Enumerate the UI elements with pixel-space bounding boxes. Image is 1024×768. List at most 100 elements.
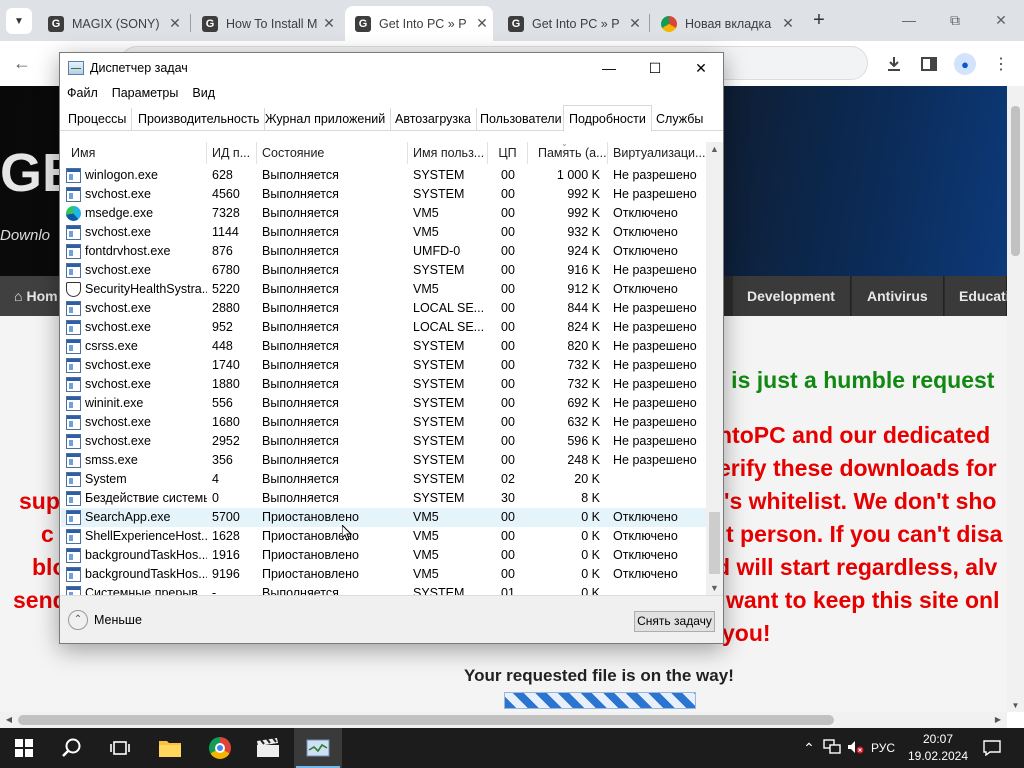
scroll-thumb[interactable] bbox=[1011, 106, 1020, 256]
tab-users[interactable]: Пользователи bbox=[475, 108, 568, 131]
input-language-indicator[interactable]: РУС bbox=[866, 741, 900, 755]
table-row[interactable]: svchost.exe 2952 Выполняется SYSTEM 00 596 K Н… bbox=[61, 432, 706, 451]
close-tab-icon[interactable]: ✕ bbox=[471, 15, 493, 32]
table-row[interactable]: svchost.exe 1680 Выполняется SYSTEM 00 632 K Н… bbox=[61, 413, 706, 432]
more-menu-icon[interactable]: ⋮ bbox=[990, 53, 1012, 75]
column-virtualization[interactable]: Виртуализаци... bbox=[608, 142, 706, 164]
scroll-up-icon[interactable]: ▲ bbox=[706, 144, 723, 154]
table-row[interactable]: System 4 Выполняется SYSTEM 02 20 K bbox=[61, 470, 706, 489]
tab-startup[interactable]: Автозагрузка bbox=[390, 108, 477, 131]
task-view-button[interactable] bbox=[96, 728, 144, 768]
browser-close-button[interactable]: ✕ bbox=[986, 8, 1016, 32]
tab-performance[interactable]: Производительность bbox=[133, 108, 266, 131]
table-row[interactable]: backgroundTaskHos... 1916 Приостановлено VM… bbox=[61, 546, 706, 565]
tab-search-button[interactable]: ▼ bbox=[6, 8, 32, 34]
table-row[interactable]: winlogon.exe 628 Выполняется SYSTEM 00 1 000 … bbox=[61, 166, 706, 185]
side-panel-icon[interactable] bbox=[918, 53, 940, 75]
maximize-button[interactable]: ☐ bbox=[632, 53, 678, 83]
profile-avatar-icon[interactable]: ● bbox=[954, 53, 976, 75]
network-icon[interactable] bbox=[820, 738, 844, 758]
search-button[interactable] bbox=[48, 728, 96, 768]
minimize-button[interactable]: — bbox=[586, 53, 632, 83]
taskbar-file-explorer[interactable] bbox=[146, 728, 194, 768]
shield-icon bbox=[66, 282, 81, 297]
taskbar-chrome[interactable] bbox=[196, 728, 244, 768]
download-icon[interactable] bbox=[883, 53, 905, 75]
nav-development[interactable]: Development bbox=[733, 276, 851, 316]
table-row[interactable]: backgroundTaskHos... 9196 Приостановлено VM… bbox=[61, 565, 706, 584]
page-horizontal-scrollbar[interactable]: ◀ ▶ bbox=[0, 712, 1007, 728]
table-row[interactable]: SearchApp.exe 5700 Приостановлено VM5 00 0 K О… bbox=[61, 508, 706, 527]
page-vertical-scrollbar[interactable]: ▼ bbox=[1007, 86, 1024, 712]
scroll-thumb[interactable] bbox=[709, 512, 720, 574]
close-button[interactable]: ✕ bbox=[678, 53, 724, 83]
start-button[interactable] bbox=[0, 728, 48, 768]
browser-restore-button[interactable]: ⧉ bbox=[940, 8, 970, 32]
table-row[interactable]: Системные прерыв... - Выполняется SYSTEM 01 0… bbox=[61, 584, 706, 595]
table-row[interactable]: svchost.exe 4560 Выполняется SYSTEM 00 992 K Н… bbox=[61, 185, 706, 204]
browser-tab[interactable]: G How To Install M ✕ bbox=[192, 6, 340, 41]
browser-tab[interactable]: Новая вкладка ✕ bbox=[651, 6, 799, 41]
volume-muted-icon[interactable] bbox=[844, 739, 866, 758]
table-row[interactable]: svchost.exe 1880 Выполняется SYSTEM 00 732 K Н… bbox=[61, 375, 706, 394]
nav-education[interactable]: Educati bbox=[945, 276, 1007, 316]
list-vertical-scrollbar[interactable]: ▲ ▼ bbox=[706, 142, 723, 595]
table-row[interactable]: fontdrvhost.exe 876 Выполняется UMFD-0 00 924… bbox=[61, 242, 706, 261]
menu-file[interactable]: Файл bbox=[60, 83, 105, 105]
close-tab-icon[interactable]: ✕ bbox=[318, 15, 340, 32]
table-row[interactable]: svchost.exe 1144 Выполняется VM5 00 932 K Откл… bbox=[61, 223, 706, 242]
cell-status: Выполняется bbox=[262, 244, 339, 258]
browser-tab[interactable]: G Get Into PC » P ✕ bbox=[498, 6, 646, 41]
close-tab-icon[interactable]: ✕ bbox=[624, 15, 646, 32]
table-row[interactable]: ShellExperienceHost... 1628 Приостановлено… bbox=[61, 527, 706, 546]
table-row[interactable]: smss.exe 356 Выполняется SYSTEM 00 248 K Не ра… bbox=[61, 451, 706, 470]
notification-button[interactable] bbox=[980, 728, 1004, 768]
end-task-button[interactable]: Снять задачу bbox=[634, 611, 715, 632]
process-icon bbox=[66, 415, 81, 430]
browser-tab[interactable]: G Get Into PC » P ✕ bbox=[345, 6, 493, 41]
table-row[interactable]: svchost.exe 2880 Выполняется LOCAL SE... 00 8… bbox=[61, 299, 706, 318]
scroll-thumb[interactable] bbox=[18, 715, 834, 725]
tab-services[interactable]: Службы bbox=[651, 108, 708, 131]
column-pid[interactable]: ИД п... bbox=[207, 142, 257, 164]
scroll-down-icon[interactable]: ▼ bbox=[706, 583, 723, 593]
table-row[interactable]: wininit.exe 556 Выполняется SYSTEM 00 692 K Не… bbox=[61, 394, 706, 413]
table-row[interactable]: svchost.exe 6780 Выполняется SYSTEM 00 916 K Н… bbox=[61, 261, 706, 280]
table-row[interactable]: svchost.exe 1740 Выполняется SYSTEM 00 732 K Н… bbox=[61, 356, 706, 375]
table-row[interactable]: SecurityHealthSystra... 5220 Выполняется VM… bbox=[61, 280, 706, 299]
column-status[interactable]: Состояние bbox=[257, 142, 408, 164]
table-row[interactable]: svchost.exe 952 Выполняется LOCAL SE... 00 82… bbox=[61, 318, 706, 337]
nav-home[interactable]: ⌂ Hom bbox=[0, 276, 64, 316]
details-table: Имя ИД п... Состояние Имя польз... ЦП Па… bbox=[61, 142, 723, 595]
table-row[interactable]: Бездействие системы 0 Выполняется SYSTEM 30 8… bbox=[61, 489, 706, 508]
tab-details[interactable]: Подробности bbox=[563, 105, 652, 132]
back-arrow-icon[interactable]: ← bbox=[10, 51, 34, 75]
task-manager-titlebar[interactable]: Диспетчер задач — ☐ ✕ bbox=[60, 53, 723, 83]
table-row[interactable]: msedge.exe 7328 Выполняется VM5 00 992 K Отклю… bbox=[61, 204, 706, 223]
tab-processes[interactable]: Процессы bbox=[63, 108, 133, 131]
tab-title: Get Into PC » P bbox=[532, 16, 620, 31]
taskbar-clock[interactable]: 20:07 19.02.2024 bbox=[906, 731, 970, 765]
table-row[interactable]: csrss.exe 448 Выполняется SYSTEM 00 820 K Не р… bbox=[61, 337, 706, 356]
menu-view[interactable]: Вид bbox=[185, 83, 222, 105]
fewer-details-button[interactable]: ⌃ Меньше bbox=[68, 610, 142, 630]
browser-tab[interactable]: G MAGIX (SONY) ✕ bbox=[38, 6, 186, 41]
menu-options[interactable]: Параметры bbox=[105, 83, 186, 105]
new-tab-button[interactable]: + bbox=[808, 9, 830, 31]
nav-antivirus[interactable]: Antivirus bbox=[852, 276, 944, 316]
taskbar-video-app[interactable] bbox=[244, 728, 292, 768]
column-name[interactable]: Имя bbox=[66, 142, 207, 164]
column-cpu[interactable]: ЦП bbox=[488, 142, 528, 164]
taskbar-task-manager[interactable] bbox=[294, 728, 342, 768]
tab-app-history[interactable]: Журнал приложений bbox=[260, 108, 392, 131]
close-tab-icon[interactable]: ✕ bbox=[164, 15, 186, 32]
close-tab-icon[interactable]: ✕ bbox=[777, 15, 799, 32]
scroll-down-icon[interactable]: ▼ bbox=[1007, 701, 1024, 710]
cell-name: SearchApp.exe bbox=[85, 510, 171, 524]
scroll-left-icon[interactable]: ◀ bbox=[2, 712, 16, 728]
browser-minimize-button[interactable]: — bbox=[894, 8, 924, 32]
chevron-up-icon[interactable]: ⌃ bbox=[798, 740, 820, 757]
column-memory[interactable]: Память (а... bbox=[528, 142, 608, 164]
column-user[interactable]: Имя польз... bbox=[408, 142, 488, 164]
scroll-right-icon[interactable]: ▶ bbox=[991, 712, 1005, 728]
